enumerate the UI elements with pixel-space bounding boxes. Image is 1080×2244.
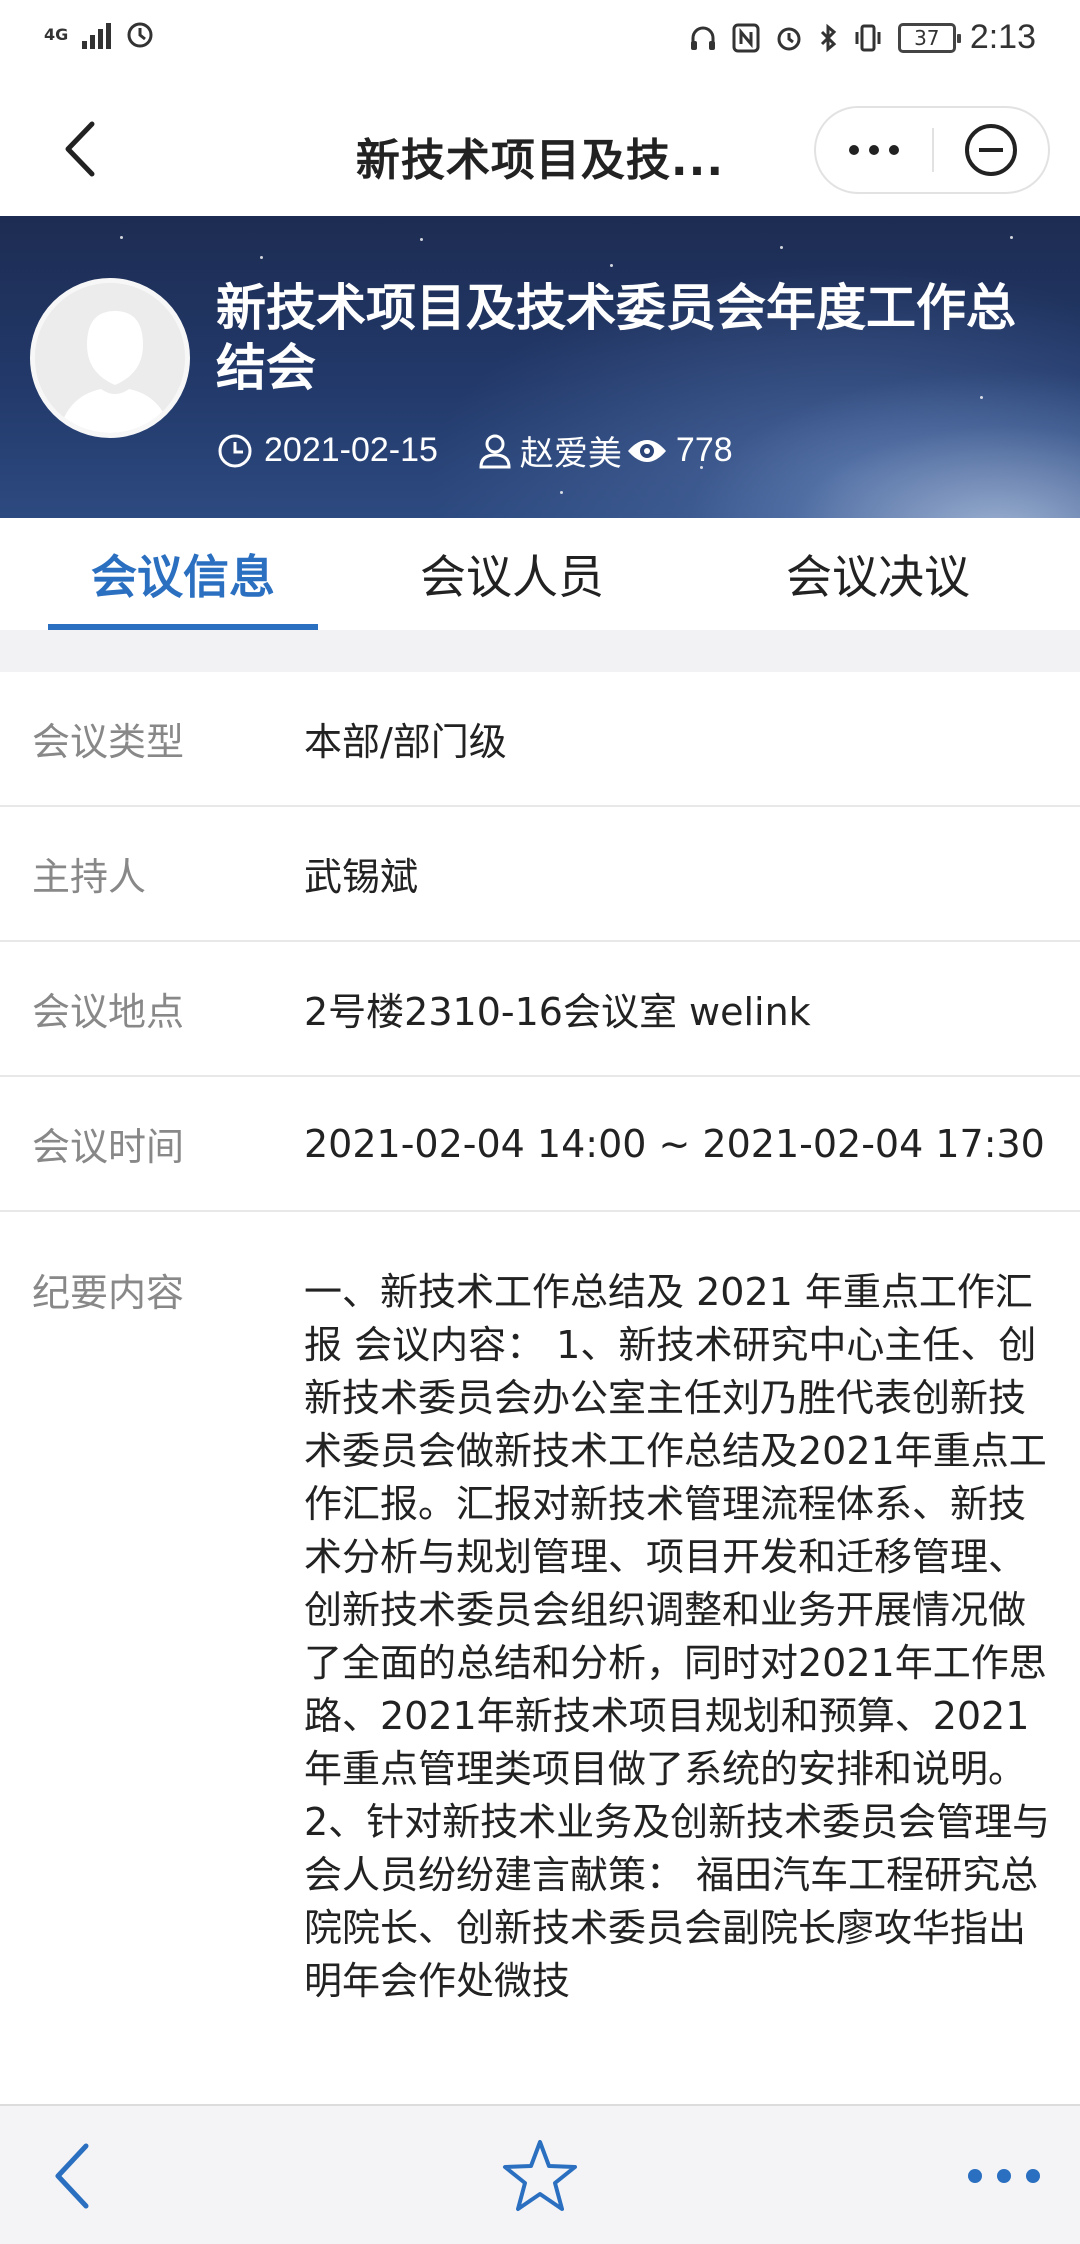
meta-date: 2021-02-15 [216, 431, 438, 470]
chevron-left-icon [55, 2143, 89, 2209]
vibrate-icon [855, 24, 881, 51]
status-time: 2:13 [969, 18, 1036, 56]
bottom-toolbar [0, 2104, 1080, 2244]
user-icon [479, 434, 511, 468]
meeting-info-list: 会议类型 本部/部门级 主持人 武锡斌 会议地点 2号楼2310-16会议室 w… [0, 672, 1080, 2008]
info-value: 2021-02-04 14:00 ~ 2021-02-04 17:30 [304, 1121, 1045, 1166]
signal-icon [82, 21, 112, 49]
section-divider [0, 630, 1080, 672]
nfc-icon [732, 23, 760, 52]
status-right: 37 2:13 [688, 18, 1036, 57]
info-row-summary: 纪要内容 一、新技术工作总结及 2021 年重点工作汇报 会议内容： 1、新技术… [0, 1212, 1080, 2008]
title-bar: 新技术项目及技... [0, 86, 1080, 216]
network-type: 4G [44, 25, 69, 44]
info-row-location: 会议地点 2号楼2310-16会议室 welink [0, 942, 1080, 1077]
more-dots-icon [849, 145, 859, 155]
info-row-time: 会议时间 2021-02-04 14:00 ~ 2021-02-04 17:30 [0, 1077, 1080, 1212]
clock-icon [218, 434, 252, 467]
minimize-circle-icon [965, 124, 1017, 176]
eye-icon [627, 439, 666, 462]
meeting-author: 赵爱美 [519, 435, 622, 473]
info-value: 2号楼2310-16会议室 welink [304, 990, 811, 1034]
view-count: 778 [675, 431, 733, 469]
tab-meeting-info-label: 会议信息 [91, 550, 275, 604]
user-placeholder-icon [35, 283, 185, 433]
info-label: 会议地点 [32, 990, 185, 1034]
headphones-icon [690, 26, 715, 50]
star-icon [503, 2140, 577, 2211]
status-left: 4G [44, 20, 155, 50]
meta-author: 赵爱美 [478, 426, 622, 475]
data-sync-icon [127, 22, 153, 48]
meta-views: 778 [626, 431, 733, 470]
more-button[interactable] [816, 108, 932, 192]
info-label: 纪要内容 [32, 1271, 185, 1315]
toolbar-back-button[interactable] [40, 2136, 110, 2216]
tab-meeting-resolutions-label: 会议决议 [786, 550, 970, 604]
meeting-banner: 新技术项目及技术委员会年度工作总结会 2021-02-15 赵爱美 778 [0, 216, 1080, 518]
info-value: 武锡斌 [304, 855, 419, 899]
meeting-date: 2021-02-15 [264, 431, 438, 469]
info-row-type: 会议类型 本部/部门级 [0, 672, 1080, 807]
tab-meeting-resolutions[interactable]: 会议决议 [778, 518, 978, 630]
battery-icon: 37 [897, 22, 961, 53]
alarm-icon [777, 27, 801, 50]
info-label: 会议类型 [32, 720, 185, 764]
tab-meeting-members-label: 会议人员 [420, 550, 604, 604]
favorite-button[interactable] [500, 2136, 580, 2216]
info-value: 本部/部门级 [304, 720, 507, 764]
meeting-meta: 2021-02-15 赵爱美 778 [216, 426, 733, 475]
avatar [30, 278, 190, 438]
more-dots-icon [968, 2169, 982, 2183]
summary-text: 一、新技术工作总结及 2021 年重点工作汇报 会议内容： 1、新技术研究中心主… [304, 1270, 1051, 2003]
meeting-title: 新技术项目及技术委员会年度工作总结会 [216, 279, 1016, 397]
tab-bar: 会议信息 会议人员 会议决议 [0, 518, 1080, 630]
miniprogram-capsule [814, 106, 1050, 194]
minimize-button[interactable] [934, 108, 1048, 192]
info-label: 会议时间 [32, 1125, 185, 1169]
info-row-host: 主持人 武锡斌 [0, 807, 1080, 942]
info-label: 主持人 [32, 855, 147, 899]
status-bar: 4G 37 2:13 [0, 0, 1080, 86]
tab-meeting-info[interactable]: 会议信息 [48, 518, 318, 630]
toolbar-more-button[interactable] [968, 2156, 1040, 2196]
tab-meeting-members[interactable]: 会议人员 [412, 518, 612, 630]
bluetooth-icon [820, 23, 837, 52]
